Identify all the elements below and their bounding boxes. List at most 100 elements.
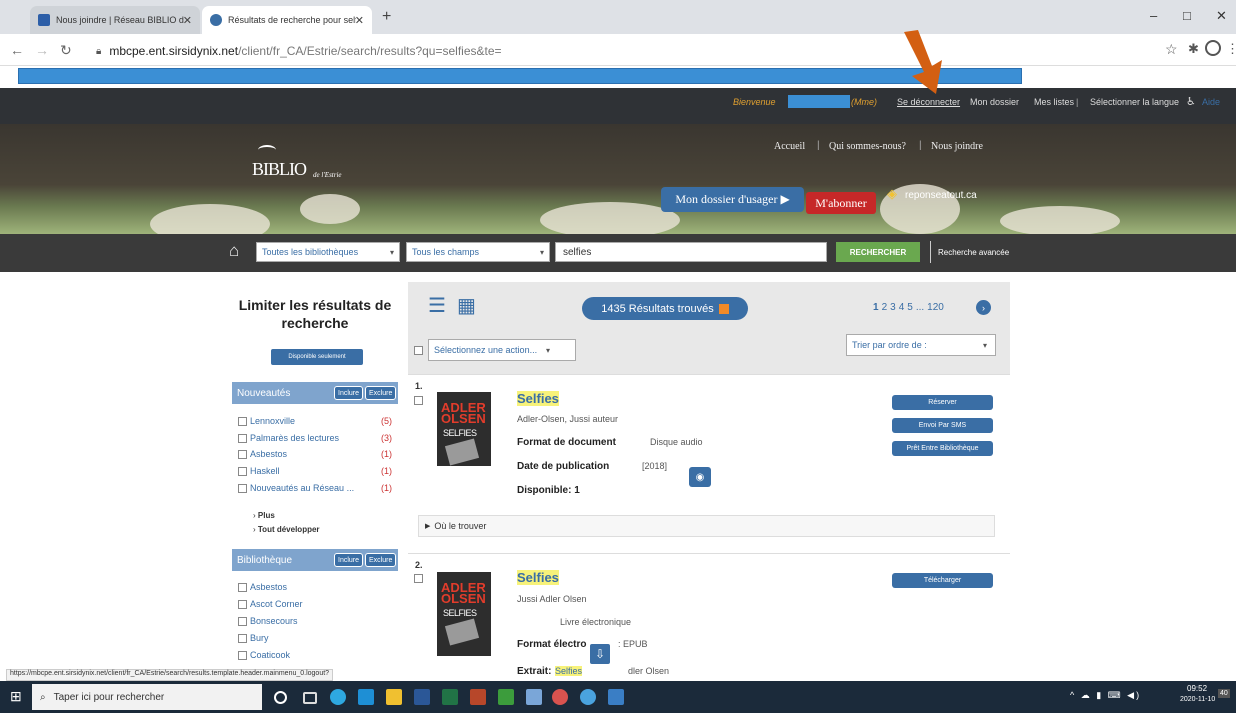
reload-icon[interactable]: ↻	[60, 42, 72, 59]
minimize-button[interactable]: –	[1150, 8, 1157, 23]
language-link[interactable]: Sélectionner la langue	[1090, 97, 1179, 107]
result-author[interactable]: Adler-Olsen, Jussi auteur	[517, 414, 618, 424]
facet-item[interactable]: Haskell (1)	[238, 466, 398, 476]
home-icon[interactable]: ⌂	[229, 241, 239, 261]
app-icon[interactable]	[608, 689, 624, 705]
tab-nous-joindre[interactable]: Nous joindre | Réseau BIBLIO de l'Estrie…	[30, 6, 200, 34]
rss-icon[interactable]	[718, 303, 729, 314]
app-icon[interactable]	[358, 689, 374, 705]
interlibrary-loan-button[interactable]: Prêt Entre Bibliothèque	[892, 441, 993, 456]
exclude-button[interactable]: Exclure	[365, 386, 397, 400]
checkbox[interactable]	[238, 599, 247, 609]
list-view-icon[interactable]: ☰	[428, 296, 446, 316]
taskbar-search[interactable]: ⌕ Taper ici pour rechercher	[32, 684, 262, 710]
bookmark-star-icon[interactable]: ☆	[1165, 41, 1178, 58]
extensions-icon[interactable]: ✱	[1188, 41, 1199, 57]
facet-item[interactable]: Lennoxville (5)	[238, 416, 398, 426]
book-cover-image[interactable]: ADLER OLSEN SELFIES	[437, 572, 491, 656]
windows-start-icon[interactable]: ⊞	[10, 688, 22, 705]
checkbox[interactable]	[238, 633, 247, 643]
facet-item[interactable]: Asbestos	[238, 582, 287, 592]
checkbox[interactable]	[238, 466, 247, 476]
sort-select[interactable]: Trier par ordre de : ▾	[846, 334, 996, 356]
next-page-icon[interactable]: ›	[976, 300, 991, 315]
subscribe-button[interactable]: M'abonner	[806, 192, 876, 214]
search-input[interactable]: selfies	[555, 242, 827, 262]
select-all-checkbox[interactable]	[414, 346, 423, 355]
edge-icon[interactable]	[330, 689, 346, 705]
include-button[interactable]: Inclure	[334, 386, 364, 400]
url-field[interactable]: 🔒︎ mbcpe.ent.sirsidynix.net /client/fr_C…	[88, 40, 1163, 62]
action-select[interactable]: Sélectionnez une action... ▾	[428, 339, 576, 361]
download-ebook-icon[interactable]: ⇩	[588, 642, 612, 666]
facet-heading-bibliotheque[interactable]: Bibliothèque Inclure Exclure	[232, 549, 398, 571]
tab-resultats[interactable]: Résultats de recherche pour selfies ✕	[202, 6, 372, 34]
library-select[interactable]: Toutes les bibliothèques ▾	[256, 242, 400, 262]
extract-link[interactable]: Selfies	[555, 666, 583, 676]
result-checkbox[interactable]	[414, 574, 423, 583]
account-button[interactable]: Mon dossier d'usager ▶	[661, 187, 804, 212]
file-explorer-icon[interactable]	[386, 689, 402, 705]
app-icon[interactable]	[526, 689, 542, 705]
download-button[interactable]: Télécharger	[892, 573, 993, 588]
result-checkbox[interactable]	[414, 396, 423, 405]
advanced-search-link[interactable]: Recherche avancée	[938, 248, 1009, 257]
page-link[interactable]: 120	[927, 302, 944, 313]
page-link[interactable]: 3	[890, 302, 896, 313]
page-link[interactable]: 2	[882, 302, 888, 313]
forward-icon[interactable]: →	[35, 42, 49, 58]
page-link[interactable]: 5	[907, 302, 913, 313]
nav-nous-joindre[interactable]: Nous joindre	[931, 141, 983, 152]
tab-close-icon[interactable]: ✕	[355, 14, 364, 27]
facet-item[interactable]: Nouveautés au Réseau ... (1)	[238, 483, 398, 493]
facet-item[interactable]: Ascot Corner	[238, 599, 303, 609]
my-lists-link[interactable]: Mes listes	[1034, 97, 1074, 107]
clock-date[interactable]: 2020-11-10	[1180, 696, 1215, 703]
reserve-button[interactable]: Réserver	[892, 395, 993, 410]
checkbox[interactable]	[238, 416, 247, 426]
checkbox[interactable]	[238, 483, 247, 493]
checkbox[interactable]	[238, 650, 247, 660]
search-button[interactable]: RECHERCHER	[836, 242, 920, 262]
result-title-link[interactable]: Selfies	[517, 391, 559, 406]
new-tab-button[interactable]: +	[382, 8, 391, 26]
tab-close-icon[interactable]: ✕	[183, 14, 192, 27]
exclude-button[interactable]: Exclure	[365, 553, 397, 567]
facet-item[interactable]: Bury	[238, 633, 269, 643]
system-tray-icons[interactable]: ^ ☁ ▮ ⌨ ◀)	[1070, 690, 1141, 701]
send-sms-button[interactable]: Envoi Par SMS	[892, 418, 993, 433]
chrome-icon[interactable]	[552, 689, 568, 705]
facet-heading-nouveautes[interactable]: Nouveautés Inclure Exclure	[232, 382, 398, 404]
task-view-icon[interactable]	[303, 692, 317, 704]
profile-icon[interactable]	[1205, 40, 1221, 56]
accessibility-icon[interactable]: ♿︎	[1186, 95, 1196, 108]
excel-icon[interactable]	[442, 689, 458, 705]
reponseatout-link[interactable]: reponseatout.ca	[905, 190, 977, 201]
back-icon[interactable]: ←	[10, 42, 24, 58]
facet-item[interactable]: Palmarès des lectures (3)	[238, 433, 398, 443]
book-cover-image[interactable]: ADLER OLSEN SELFIES	[437, 392, 491, 466]
available-only-button[interactable]: Disponible seulement	[271, 349, 363, 365]
access-icon[interactable]	[470, 689, 486, 705]
cortana-icon[interactable]	[274, 691, 287, 704]
facet-item[interactable]: Coaticook	[238, 650, 290, 660]
clock-time[interactable]: 09:52	[1187, 684, 1207, 693]
page-link[interactable]: 1	[873, 302, 879, 313]
publisher-icon[interactable]	[498, 689, 514, 705]
close-window-button[interactable]: ✕	[1216, 8, 1227, 24]
result-author[interactable]: Jussi Adler Olsen	[517, 594, 587, 604]
nav-accueil[interactable]: Accueil	[774, 141, 805, 152]
maximize-button[interactable]: □	[1183, 8, 1191, 23]
notification-badge[interactable]: 40	[1218, 689, 1230, 698]
grid-view-icon[interactable]: ▦	[457, 296, 476, 316]
biblio-logo[interactable]: BIBLIO	[252, 145, 307, 179]
checkbox[interactable]	[238, 616, 247, 626]
app-icon[interactable]	[580, 689, 596, 705]
checkbox[interactable]	[238, 433, 247, 443]
checkbox[interactable]	[238, 449, 247, 459]
checkbox[interactable]	[238, 582, 247, 592]
result-title-link[interactable]: Selfies	[517, 570, 559, 585]
field-select[interactable]: Tous les champs ▾	[406, 242, 550, 262]
nav-qui-sommes-nous[interactable]: Qui sommes-nous?	[829, 141, 906, 152]
my-account-link[interactable]: Mon dossier	[970, 97, 1019, 107]
